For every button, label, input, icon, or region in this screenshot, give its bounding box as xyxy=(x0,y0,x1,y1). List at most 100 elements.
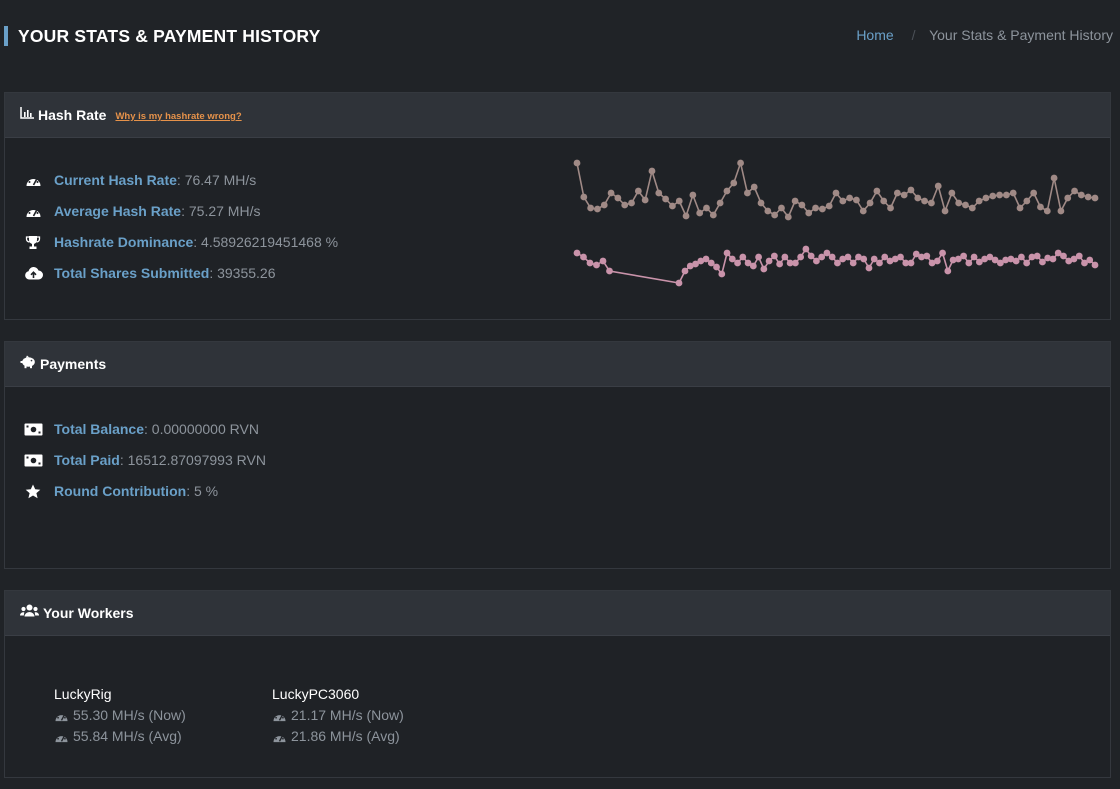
sparkline-point xyxy=(648,167,656,175)
stat-value: : 39355.26 xyxy=(209,265,276,281)
sparkline-point xyxy=(737,159,744,167)
star-icon xyxy=(23,481,43,501)
sparkline-point xyxy=(594,205,601,213)
stat-label: Total Shares Submitted xyxy=(54,265,210,281)
breadcrumb-home-link[interactable]: Home xyxy=(856,27,893,43)
sparkline-point xyxy=(587,204,595,212)
sparkline-point xyxy=(1043,207,1051,215)
breadcrumb-current: Your Stats & Payment History xyxy=(929,27,1113,43)
sparkline-point xyxy=(839,197,847,205)
sparkline-point xyxy=(593,261,600,269)
sparkline-point xyxy=(955,199,963,207)
workers-panel-title: Your Workers xyxy=(43,605,134,621)
sparkline-point xyxy=(776,260,784,268)
workers-panel: Your Workers LuckyRig 55.30 MH/s (Now) 5… xyxy=(4,590,1111,778)
sparkline-point xyxy=(689,191,697,199)
stat-value: : 0.00000000 RVN xyxy=(144,421,259,437)
sparkline-point xyxy=(812,204,819,212)
sparkline-point xyxy=(1075,252,1083,260)
sparkline-point xyxy=(1023,259,1031,267)
sparkline-point xyxy=(791,259,799,267)
sparkline-point xyxy=(760,265,768,273)
sparkline-point xyxy=(907,259,915,267)
sparkline-point xyxy=(802,245,810,253)
worker-name[interactable]: LuckyRig xyxy=(54,684,186,705)
sparkline-point xyxy=(975,197,983,205)
sparkline-point xyxy=(1050,174,1058,182)
sparkline-point xyxy=(703,204,710,212)
sparkline-point xyxy=(914,194,922,202)
sparkline-point xyxy=(962,201,969,209)
page-header: YOUR STATS & PAYMENT HISTORY Home / Your… xyxy=(0,0,1120,70)
sparkline-point xyxy=(876,259,883,267)
tachometer-icon xyxy=(55,733,68,742)
sparkline-point xyxy=(897,253,904,261)
sparkline-point xyxy=(860,255,868,263)
hashrate-sparkline xyxy=(573,159,1099,221)
sparkline-point xyxy=(921,197,929,205)
worker-avg-hashrate: 21.86 MH/s (Avg) xyxy=(272,726,404,747)
stat-value: : 5 % xyxy=(186,483,219,499)
workers-panel-header: Your Workers xyxy=(5,591,1110,636)
sparkline-point xyxy=(880,197,888,205)
sparkline-point xyxy=(1002,191,1010,199)
sparkline-point xyxy=(743,189,751,197)
stat-label: Round Contribution xyxy=(54,483,187,499)
worker-card: LuckyPC3060 21.17 MH/s (Now) 21.86 MH/s … xyxy=(272,684,404,747)
stat-value: : 75.27 MH/s xyxy=(181,203,261,219)
sparkline-point xyxy=(662,195,670,203)
sparkline-point xyxy=(730,179,738,187)
sparkline-point xyxy=(599,257,607,265)
sparkline-point xyxy=(580,193,588,201)
sparkline-point xyxy=(771,211,779,219)
tachometer-icon xyxy=(273,712,286,721)
sparkline-point xyxy=(939,249,946,257)
tachometer-icon xyxy=(55,712,68,721)
payments-panel-title: Payments xyxy=(40,356,107,372)
sparkline-point xyxy=(1023,197,1031,205)
sparkline-point xyxy=(844,253,852,261)
sparkline-point xyxy=(887,204,894,212)
sparkline-point xyxy=(828,253,836,261)
money-bill-icon xyxy=(23,450,43,470)
sparkline-point xyxy=(765,257,773,265)
sparkline-point xyxy=(1016,204,1024,212)
sparkline-point xyxy=(1077,191,1085,199)
sparkline-point xyxy=(755,253,762,261)
sparkline-point xyxy=(853,196,860,204)
sparkline-point xyxy=(1037,203,1044,211)
chart-bar-icon xyxy=(20,106,34,124)
sparkline-point xyxy=(781,253,789,261)
hashrate-help-link[interactable]: Why is my hashrate wrong? xyxy=(115,111,241,122)
stat-value: : 16512.87097993 RVN xyxy=(119,452,266,468)
sparkline-point xyxy=(849,259,857,267)
breadcrumb-separator: / xyxy=(911,27,916,43)
sparkline-point xyxy=(923,252,931,260)
total-balance-row: Total Balance: 0.00000000 RVN xyxy=(23,419,259,439)
sparkline-point xyxy=(996,191,1003,199)
sparkline-point xyxy=(1060,252,1067,260)
sparkline-point xyxy=(757,199,765,207)
page-title: YOUR STATS & PAYMENT HISTORY xyxy=(4,26,321,46)
tachometer-icon xyxy=(23,201,43,221)
hashrate-sparklines xyxy=(573,159,1099,287)
hashrate-panel-header: Hash Rate Why is my hashrate wrong? xyxy=(5,93,1110,138)
sparkline-point xyxy=(628,199,635,207)
worker-name[interactable]: LuckyPC3060 xyxy=(272,684,404,705)
sparkline-point xyxy=(960,252,967,260)
sparkline-point xyxy=(791,197,799,205)
sparkline-point xyxy=(696,209,704,217)
sparkline-point xyxy=(1086,256,1094,264)
hashrate-panel-title: Hash Rate xyxy=(38,107,107,123)
sparkline-point xyxy=(713,263,720,271)
sparkline-point xyxy=(933,257,941,265)
stat-label: Total Balance xyxy=(54,421,144,437)
users-icon xyxy=(19,604,40,622)
stat-label: Hashrate Dominance xyxy=(54,234,194,250)
total-paid-row: Total Paid: 16512.87097993 RVN xyxy=(23,450,266,470)
tachometer-icon xyxy=(23,170,43,190)
stat-value: : 4.58926219451468 % xyxy=(193,234,339,250)
stat-label: Total Paid xyxy=(54,452,120,468)
sparkline-point xyxy=(682,212,690,220)
current-hashrate-row: Current Hash Rate: 76.47 MH/s xyxy=(23,170,256,190)
